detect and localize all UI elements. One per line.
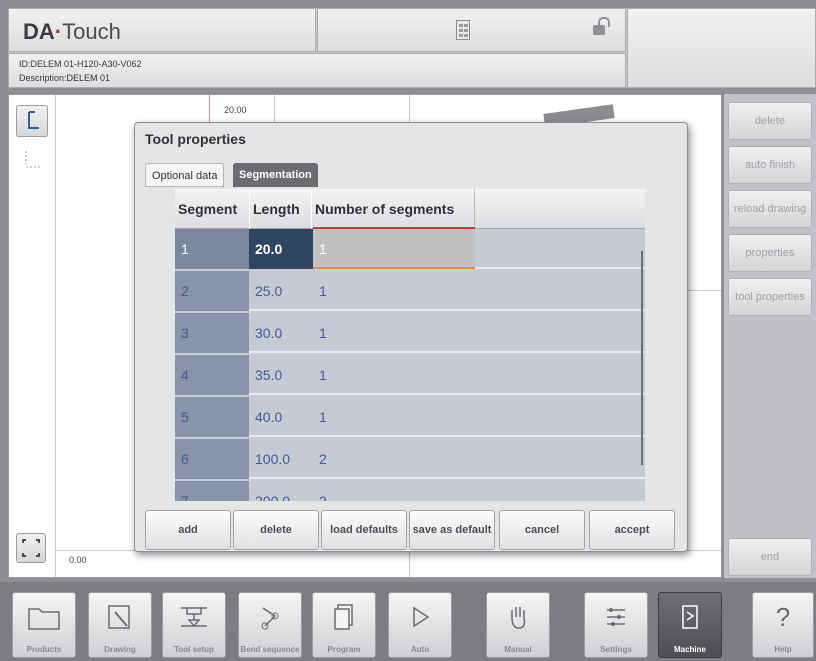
accept-button[interactable]: accept xyxy=(589,510,675,550)
cancel-button[interactable]: cancel xyxy=(499,510,585,550)
table-row[interactable]: 5 40.0 1 xyxy=(175,397,645,437)
machine-icon xyxy=(659,601,721,633)
coordinate-label: 0.00 xyxy=(69,555,87,565)
segment-cell[interactable]: 7 xyxy=(175,481,249,501)
table-row[interactable]: 6 100.0 2 xyxy=(175,439,645,479)
dimension-label: 20.00 xyxy=(224,105,247,115)
header: DA·Touch ID:DELEM 01-H120-A30-V062 Descr… xyxy=(8,8,816,88)
length-cell[interactable]: 35.0 xyxy=(249,355,313,395)
dialog-title: Tool properties xyxy=(145,131,246,147)
product-id: ID:DELEM 01-H120-A30-V062 xyxy=(19,59,142,69)
segment-cell[interactable]: 5 xyxy=(175,397,249,437)
nav-products[interactable]: Products xyxy=(12,592,76,658)
side-delete-button[interactable]: delete xyxy=(728,102,812,140)
scrollbar[interactable] xyxy=(641,251,643,465)
side-properties-button[interactable]: properties xyxy=(728,234,812,272)
bend-sequence-icon xyxy=(239,601,301,633)
nav-drawing[interactable]: Drawing xyxy=(88,592,152,658)
segment-cell[interactable]: 4 xyxy=(175,355,249,395)
header-right-cell xyxy=(627,8,816,88)
tool-properties-dialog: Tool properties Optional data Segmentati… xyxy=(134,122,688,552)
press-tool-icon xyxy=(163,601,225,633)
load-defaults-button[interactable]: load defaults xyxy=(321,510,407,550)
count-cell[interactable]: 1 xyxy=(313,271,475,311)
documents-icon xyxy=(313,601,375,633)
dialog-button-bar: add delete load defaults save as default… xyxy=(145,510,675,550)
add-button[interactable]: add xyxy=(145,510,231,550)
side-end-button[interactable]: end xyxy=(728,538,812,576)
zoom-fit-button[interactable] xyxy=(16,533,46,563)
grid-line xyxy=(55,95,56,577)
nav-bend-sequence[interactable]: Bend sequence xyxy=(238,592,302,658)
app-logo: DA·Touch xyxy=(23,19,121,44)
column-header-number-of-segments: Number of segments xyxy=(311,189,475,229)
count-cell[interactable]: 1 xyxy=(313,355,475,395)
length-cell[interactable]: 30.0 xyxy=(249,313,313,353)
side-auto-finish-button[interactable]: auto finish xyxy=(728,146,812,184)
calculator-icon[interactable] xyxy=(456,20,470,40)
table-row[interactable]: 3 30.0 1 xyxy=(175,313,645,353)
nav-settings[interactable]: Settings xyxy=(584,592,648,658)
header-status-cell xyxy=(317,8,626,52)
side-tool-properties-button[interactable]: tool properties xyxy=(728,278,812,316)
nav-program[interactable]: Program xyxy=(312,592,376,658)
segment-cell[interactable]: 1 xyxy=(175,229,249,269)
nav-manual[interactable]: Manual xyxy=(486,592,550,658)
count-cell[interactable]: 1 xyxy=(313,229,475,269)
bottom-navigation: Products Drawing Tool setup Bend sequenc… xyxy=(0,582,816,661)
side-button-panel: delete auto finish reload drawing proper… xyxy=(724,94,816,578)
view-tool-profile-button[interactable] xyxy=(16,105,48,137)
pencil-icon xyxy=(89,601,151,633)
help-icon: ? xyxy=(775,601,791,632)
logo-cell: DA·Touch xyxy=(8,8,316,52)
product-description: Description:DELEM 01 xyxy=(19,73,111,83)
product-info: ID:DELEM 01-H120-A30-V062 Description:DE… xyxy=(8,53,626,88)
segment-cell[interactable]: 2 xyxy=(175,271,249,311)
length-cell[interactable]: 40.0 xyxy=(249,397,313,437)
length-cell[interactable]: 200.0 xyxy=(249,481,313,501)
list-settings-icon xyxy=(585,601,647,633)
count-cell[interactable]: 1 xyxy=(313,397,475,437)
side-reload-drawing-button[interactable]: reload drawing xyxy=(728,190,812,228)
length-cell[interactable]: 25.0 xyxy=(249,271,313,311)
hand-icon xyxy=(487,601,549,633)
segmentation-table: Segment Length Number of segments 1 20.0 1… xyxy=(175,189,645,501)
folder-icon xyxy=(13,601,75,633)
nav-help[interactable]: ? Help xyxy=(752,592,814,658)
segment-cell[interactable]: 6 xyxy=(175,439,249,479)
tab-optional-data[interactable]: Optional data xyxy=(145,163,225,187)
grid-line xyxy=(274,95,275,125)
nav-tool-setup[interactable]: Tool setup xyxy=(162,592,226,658)
table-row[interactable]: 1 20.0 1 xyxy=(175,229,645,269)
tab-segmentation[interactable]: Segmentation xyxy=(233,163,318,187)
table-row[interactable]: 2 25.0 1 xyxy=(175,271,645,311)
save-as-default-button[interactable]: save as default xyxy=(409,510,495,550)
count-cell[interactable]: 2 xyxy=(313,481,475,501)
length-cell[interactable]: 100.0 xyxy=(249,439,313,479)
count-cell[interactable]: 1 xyxy=(313,313,475,353)
table-row[interactable]: 7 200.0 2 xyxy=(175,481,645,501)
play-icon xyxy=(389,601,451,633)
unlock-icon[interactable] xyxy=(593,17,610,35)
segment-cell[interactable]: 3 xyxy=(175,313,249,353)
table-row[interactable]: 4 35.0 1 xyxy=(175,355,645,395)
length-cell[interactable]: 20.0 xyxy=(249,229,313,269)
column-header-segment: Segment xyxy=(178,201,238,217)
column-header-length: Length xyxy=(249,189,313,229)
delete-button[interactable]: delete xyxy=(233,510,319,550)
view-tool-dimensions-button[interactable] xyxy=(16,145,48,177)
count-cell[interactable]: 2 xyxy=(313,439,475,479)
nav-auto[interactable]: Auto xyxy=(388,592,452,658)
nav-machine[interactable]: Machine xyxy=(658,592,722,658)
table-header: Segment Length Number of segments xyxy=(175,189,645,229)
